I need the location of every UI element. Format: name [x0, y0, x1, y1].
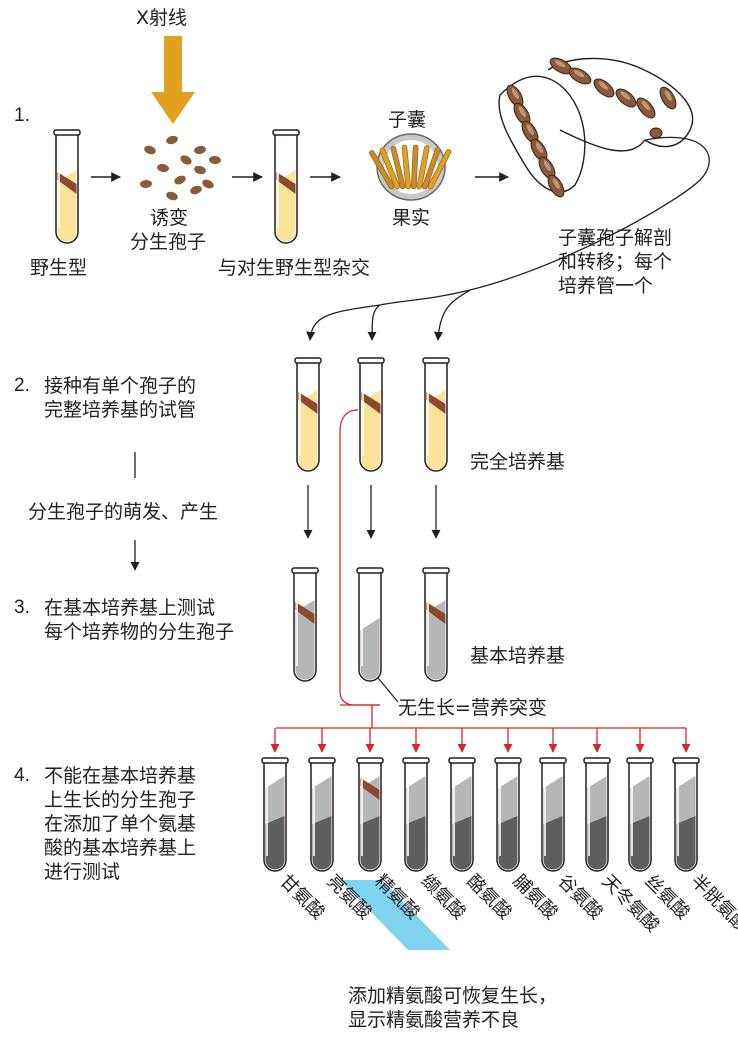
amino-acid-tube: [583, 757, 611, 872]
step4-line1: 不能在基本培养基: [44, 765, 197, 787]
amino-acid-label: 缬氨酸: [416, 871, 469, 924]
spore: [194, 165, 206, 175]
cross-tube: [272, 129, 300, 244]
fruiting-body-icon: [369, 133, 452, 201]
step3-number: 3.: [14, 597, 30, 618]
complete-tube-1: [294, 357, 322, 472]
mutagenesis-label: 诱变: [150, 207, 189, 229]
xray-arrow: [151, 36, 195, 124]
step4-number: 4.: [14, 765, 30, 786]
step4-line4: 酸的基本培养基上: [44, 837, 197, 859]
amino-acid-tube: [402, 757, 430, 872]
spore: [166, 135, 178, 145]
step4-line2: 上生长的分生孢子: [44, 789, 197, 811]
amino-acid-labels: 甘氨酸亮氨酸精氨酸缬氨酸酪氨酸脯氨酸谷氨酸天冬氨酸丝氨酸半胱氨酸: [275, 871, 738, 937]
step3-line1: 在基本培养基上测试: [44, 597, 216, 619]
minimal-tube-1: [291, 567, 319, 682]
spore: [190, 185, 202, 195]
conclusion-line2: 显示精氨酸营养不良: [348, 1009, 520, 1031]
spore: [180, 155, 192, 165]
no-growth-pointer: [377, 677, 399, 703]
amino-acid-tube: [261, 757, 289, 872]
amino-acid-tube: [356, 757, 384, 872]
spore: [166, 191, 178, 201]
amino-acid-label: 半胱氨酸: [686, 871, 738, 937]
ascus-icon: [498, 57, 694, 198]
amino-acid-tube: [308, 757, 336, 872]
step2-line1: 接种有单个孢子的: [44, 375, 197, 397]
complete-tube-2: [357, 357, 385, 472]
wild-type-label: 野生型: [30, 257, 88, 279]
spore: [202, 179, 214, 189]
step3-line2: 每个培养物的分生孢子: [44, 621, 235, 643]
step4-line5: 进行测试: [44, 861, 121, 883]
amino-acid-label: 甘氨酸: [275, 871, 328, 924]
spore: [157, 163, 169, 173]
minimal-tube-3: [422, 567, 450, 682]
amino-acid-tube: [494, 757, 522, 872]
step1-number: 1.: [14, 105, 30, 126]
genetics-diagram: 甘氨酸 亮氨酸 精氨酸 缬氨酸 酪氨酸 脯氨酸 谷氨酸 天冬氨酸 丝氨酸 半胱氨酸 X射线 1. …: [0, 0, 738, 1038]
complete-tube-3: [422, 357, 450, 472]
amino-acid-label: 酪氨酸: [462, 871, 515, 924]
spore: [174, 175, 186, 185]
spore: [194, 145, 206, 155]
step2-number: 2.: [14, 375, 30, 396]
conclusion-line1: 添加精氨酸可恢复生长，: [348, 985, 558, 1007]
dissect-line1: 子囊孢子解剖: [558, 227, 673, 249]
amino-acid-tube: [448, 757, 476, 872]
spore: [209, 155, 221, 165]
wild-type-tube: [53, 129, 81, 244]
spore: [144, 145, 156, 155]
conidia-label: 分生孢子: [130, 231, 207, 253]
germination-label: 分生孢子的萌发、产生: [28, 501, 219, 523]
minimal-medium-label: 基本培养基: [470, 645, 566, 667]
ascus-label: 子囊: [388, 109, 427, 131]
amino-acid-tube: [626, 757, 654, 872]
amino-acid-label: 谷氨酸: [553, 871, 606, 924]
cross-label: 与对生野生型杂交: [218, 257, 371, 279]
xray-label: X射线: [136, 7, 188, 29]
fruiting-body-label: 果实: [392, 207, 431, 229]
complete-medium-label: 完全培养基: [470, 451, 566, 473]
dissect-line3: 培养管一个: [558, 275, 654, 297]
amino-acid-label: 脯氨酸: [508, 871, 561, 924]
step4-line3: 在添加了单个氨基: [44, 813, 197, 835]
minimal-tube-2: [356, 567, 384, 682]
spore: [140, 179, 152, 189]
amino-acid-tube: [539, 757, 567, 872]
amino-acid-tubes: [261, 757, 700, 872]
no-growth-label: 无生长=营养突变: [398, 697, 547, 719]
conidia-spores: [140, 135, 221, 201]
dissect-line2: 和转移；每个: [558, 251, 673, 273]
amino-acid-tube: [672, 757, 700, 872]
step2-line2: 完整培养基的试管: [44, 399, 197, 421]
